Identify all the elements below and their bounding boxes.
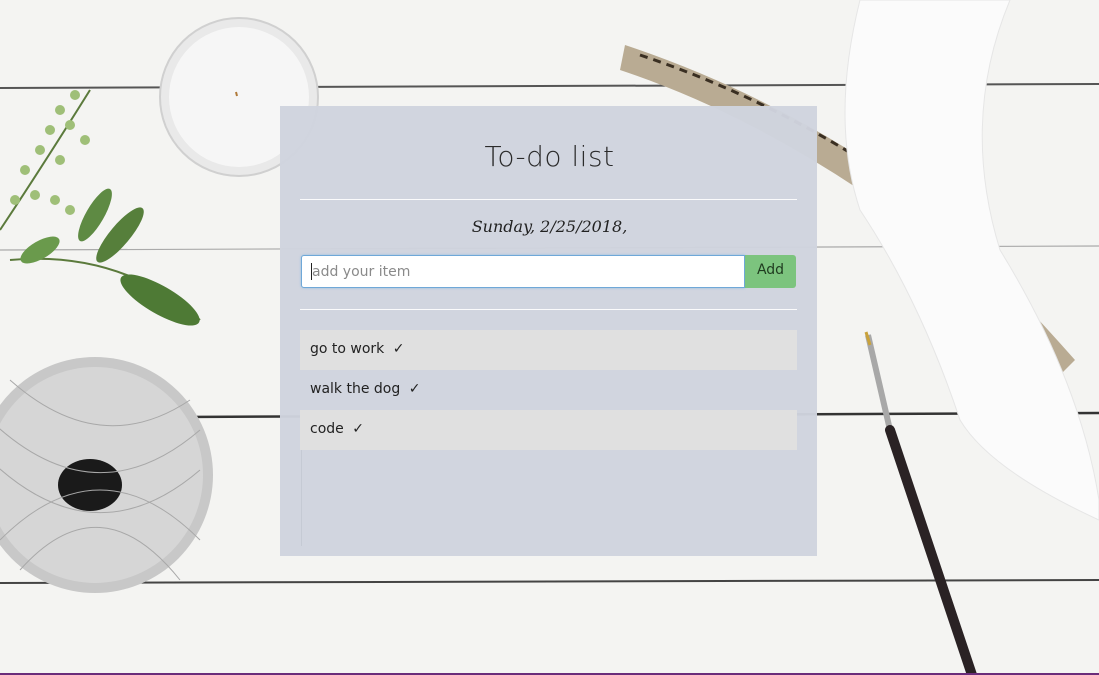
check-icon: ✓ xyxy=(352,421,364,437)
list-item[interactable]: go to work ✓ xyxy=(300,330,797,370)
add-button[interactable]: Add xyxy=(745,255,796,288)
item-text: go to work xyxy=(310,341,385,357)
list-item[interactable]: code ✓ xyxy=(300,410,797,450)
item-text: code xyxy=(310,421,344,437)
item-text: walk the dog xyxy=(310,381,401,397)
divider-bottom xyxy=(300,309,797,310)
divider-top xyxy=(300,199,797,200)
add-item-field[interactable] xyxy=(301,255,745,288)
card-inner-edge xyxy=(301,450,302,546)
todo-list: go to work ✓ walk the dog ✓ code ✓ xyxy=(300,330,797,450)
check-icon: ✓ xyxy=(408,381,421,397)
check-icon: ✓ xyxy=(392,341,405,357)
text-caret xyxy=(311,263,312,280)
list-item[interactable]: walk the dog ✓ xyxy=(300,370,797,410)
page-title: To-do list xyxy=(484,140,615,173)
current-date: Sunday, 2/25/2018, xyxy=(471,217,628,236)
add-item-input[interactable] xyxy=(302,256,744,287)
